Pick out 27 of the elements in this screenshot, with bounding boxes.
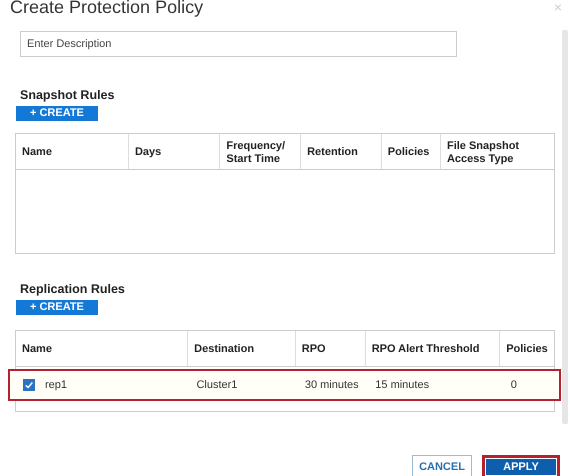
checkbox[interactable] bbox=[23, 379, 35, 391]
apply-button[interactable]: APPLY bbox=[482, 455, 560, 476]
column-header: Policies bbox=[505, 342, 549, 357]
column-header: Days bbox=[128, 134, 220, 169]
section-heading: Snapshot Rules bbox=[20, 88, 116, 102]
column-header: Name bbox=[16, 331, 188, 366]
table-row[interactable]: rep1 Cluster1 30 minutes 15 minutes 0 bbox=[8, 369, 561, 401]
column-header: Retention bbox=[301, 134, 382, 169]
table-cell: Cluster1 bbox=[196, 379, 238, 391]
column-header: Frequency/ Start Time bbox=[220, 134, 302, 169]
column-header: Name bbox=[16, 134, 129, 169]
dialog-title: Create Protection Policy bbox=[10, 0, 204, 18]
column-header: RPO bbox=[296, 331, 366, 366]
column-header: RPO Alert Threshold bbox=[366, 331, 500, 366]
table-cell: 30 minutes bbox=[304, 379, 359, 391]
table-cell: 0 bbox=[510, 379, 517, 391]
section-heading: Replication Rules bbox=[20, 282, 126, 296]
create-button[interactable]: + CREATE bbox=[16, 300, 98, 315]
table-cell: 15 minutes bbox=[375, 379, 430, 391]
cancel-button[interactable]: CANCEL bbox=[412, 455, 472, 476]
description-field[interactable]: Enter Description bbox=[20, 31, 457, 57]
table-cell: rep1 bbox=[45, 379, 68, 391]
create-button[interactable]: + CREATE bbox=[16, 106, 98, 121]
column-header: Destination bbox=[188, 331, 296, 366]
column-header: File Snapshot Access Type bbox=[446, 138, 520, 166]
scrollbar[interactable] bbox=[562, 30, 568, 424]
column-header: Policies bbox=[382, 134, 441, 169]
